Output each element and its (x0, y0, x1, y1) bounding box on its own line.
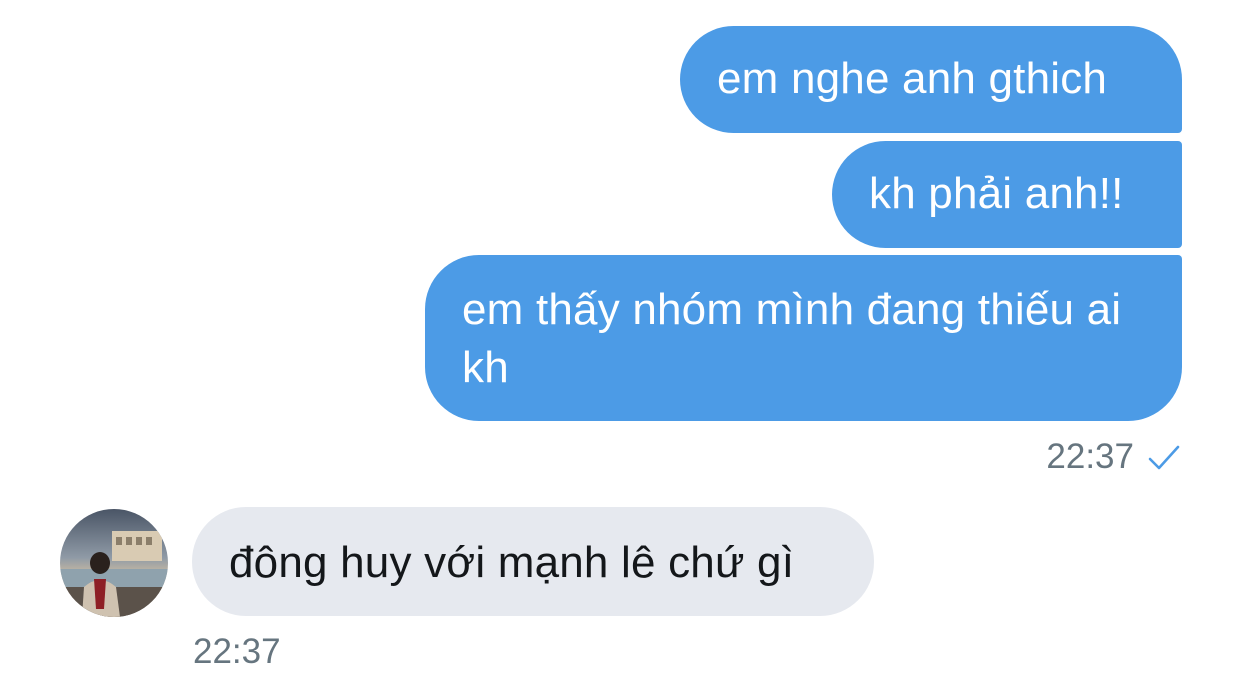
incoming-message-bubble[interactable]: đông huy với mạnh lê chứ gì (192, 507, 874, 616)
outgoing-message-bubble[interactable]: kh phải anh!! (832, 141, 1182, 248)
message-text: em thấy nhóm mình đang thiếu ai kh (462, 285, 1122, 392)
message-text: đông huy với mạnh lê chứ gì (229, 538, 795, 587)
outgoing-message-bubble[interactable]: em thấy nhóm mình đang thiếu ai kh (425, 255, 1182, 421)
message-text: kh phải anh!! (869, 169, 1124, 218)
checkmark-icon (1148, 445, 1180, 470)
avatar[interactable] (60, 509, 168, 617)
message-timestamp: 22:37 (193, 632, 281, 671)
avatar-photo (60, 509, 168, 617)
message-text: em nghe anh gthich (717, 54, 1108, 103)
message-timestamp: 22:37 (1046, 437, 1134, 476)
outgoing-message-bubble[interactable]: em nghe anh gthich (680, 26, 1182, 133)
